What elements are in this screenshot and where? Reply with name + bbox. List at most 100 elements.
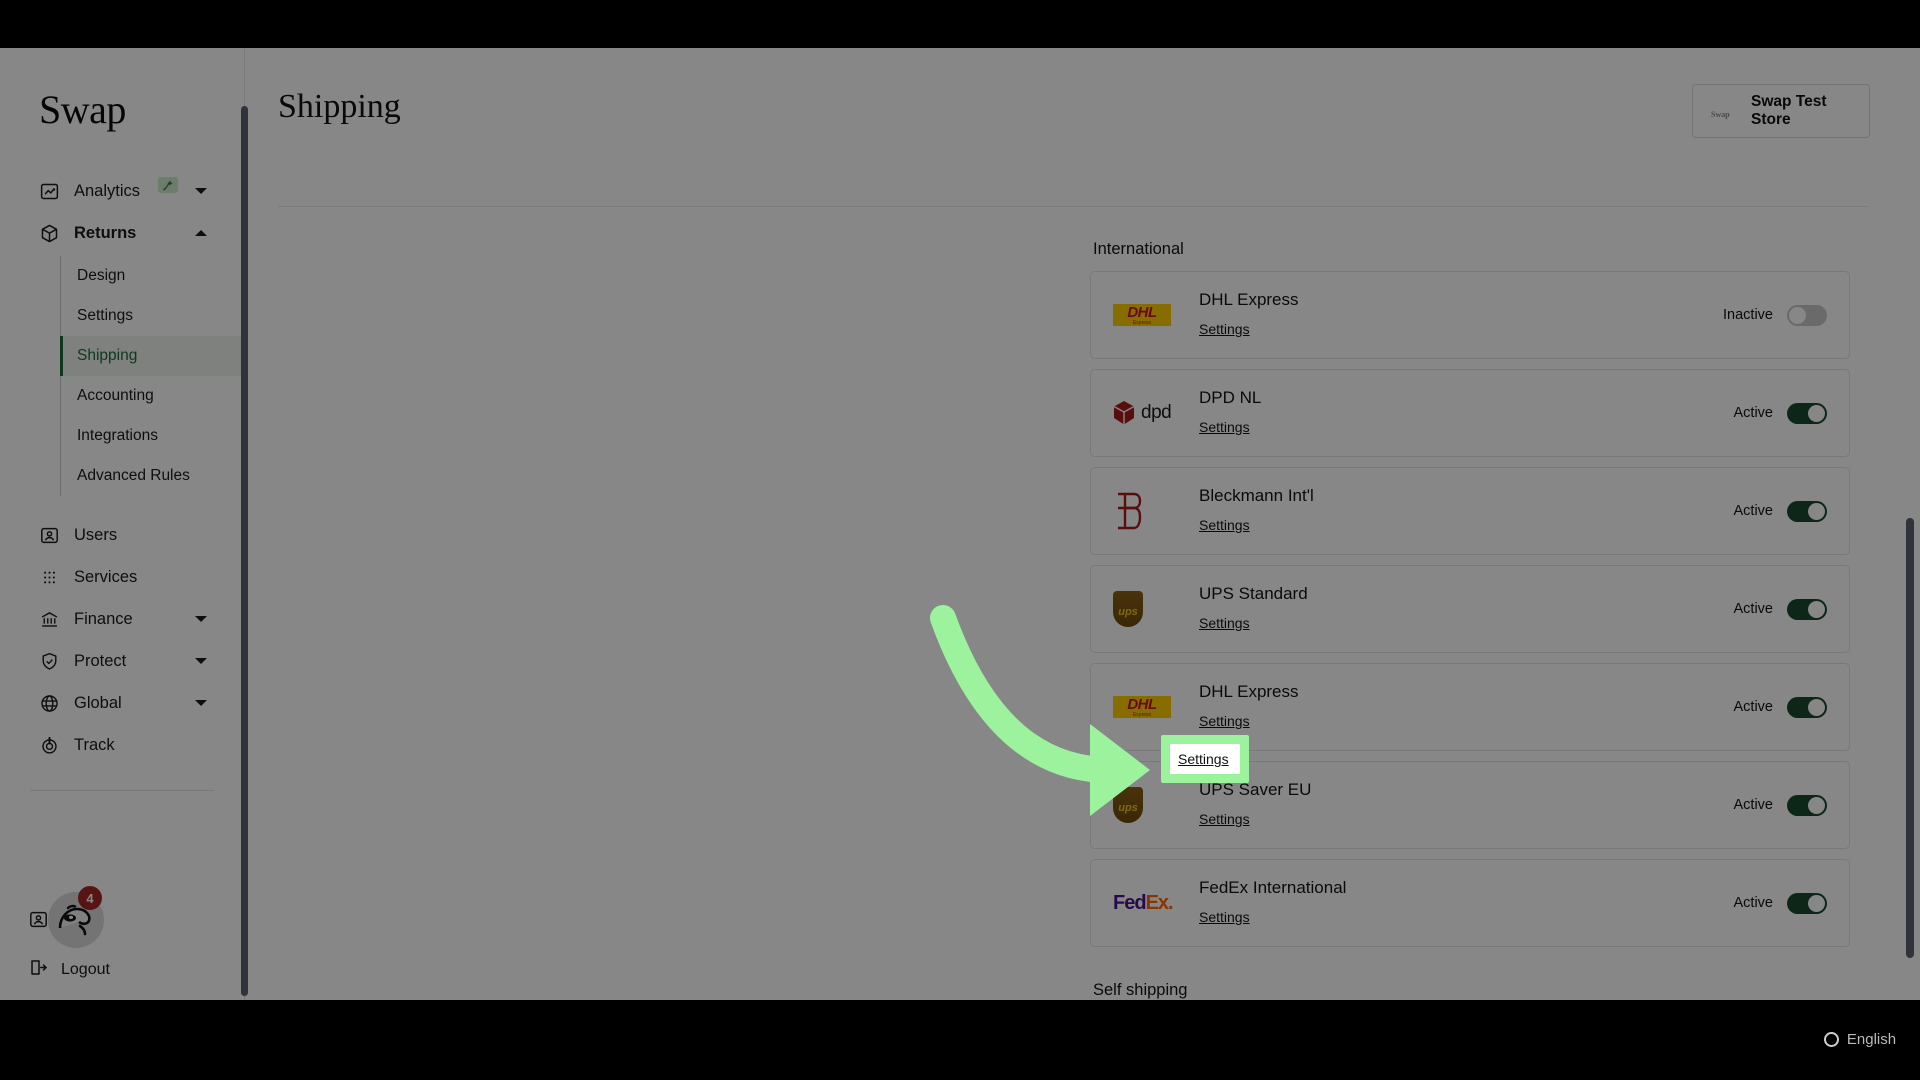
carrier-row[interactable]: dpd DPD NL Settings Active [1090, 369, 1850, 457]
content-scrollbar-right[interactable] [1906, 518, 1914, 958]
sidebar-subitem-settings[interactable]: Settings [61, 296, 244, 336]
carrier-row[interactable]: ups UPS Saver EU Settings Active [1090, 761, 1850, 849]
dhl-logo: DHL Express [1113, 696, 1199, 718]
package-box-icon [39, 223, 60, 244]
sidebar-item-label: Returns [74, 223, 137, 242]
shield-check-icon [39, 651, 60, 672]
ups-logo: ups [1113, 787, 1199, 823]
section-title-self-shipping: Self shipping [1093, 981, 1188, 999]
carrier-row[interactable]: Bleckmann Int'l Settings Active [1090, 467, 1850, 555]
carrier-row[interactable]: ups UPS Standard Settings Active [1090, 565, 1850, 653]
settings-link-target[interactable]: Settings [1199, 713, 1250, 729]
carrier-toggle[interactable] [1787, 892, 1827, 914]
user-card-icon [28, 909, 49, 935]
section-title-international: International [1093, 240, 1184, 258]
scroll-content: Settings International DHLExpress DHL Ex… [245, 206, 1920, 1000]
user-card-icon [39, 525, 60, 546]
status-badge: Active [1733, 699, 1774, 715]
sidebar-item-returns[interactable]: Returns [0, 212, 244, 254]
carrier-toggle[interactable] [1787, 794, 1827, 816]
store-logo-icon: Swap [1711, 106, 1741, 119]
carriers-panel: Settings International DHLExpress DHL Ex… [1090, 206, 1850, 1000]
sidebar-subitem-integrations[interactable]: Integrations [61, 416, 244, 456]
settings-link[interactable]: Settings [1199, 517, 1250, 533]
carrier-info: DHL Express Settings [1199, 290, 1723, 339]
carrier-info: FedEx International Settings [1199, 878, 1734, 927]
store-selector-label: Swap Test Store [1751, 93, 1827, 128]
application-window: Swap Analytics Returns Design Settings S… [0, 48, 1920, 1000]
sidebar-divider [30, 790, 214, 791]
status-badge: Active [1733, 405, 1774, 421]
carrier-row[interactable]: FedEx. FedEx International Settings Acti… [1090, 859, 1850, 947]
chevron-down-icon[interactable] [195, 658, 207, 664]
user-profile-row[interactable]: 4 [0, 886, 245, 950]
carrier-info: Bleckmann Int'l Settings [1199, 486, 1734, 535]
settings-link[interactable]: Settings [1199, 909, 1250, 925]
sidebar-item-track[interactable]: Track [0, 724, 244, 766]
carrier-name: Bleckmann Int'l [1199, 486, 1314, 506]
sidebar-item-label: Finance [74, 609, 133, 628]
sidebar-item-protect[interactable]: Protect [0, 640, 244, 682]
language-widget[interactable]: English [1800, 1020, 1920, 1058]
carrier-row[interactable]: DHL Express DHL Express Settings Inactive [1090, 271, 1850, 359]
recording-circle-icon [1823, 1031, 1839, 1047]
sidebar-item-label: Analytics [74, 181, 141, 200]
chevron-down-icon[interactable] [195, 616, 207, 622]
carrier-state: Active [1734, 892, 1827, 914]
power-track-icon [39, 735, 60, 756]
carrier-toggle[interactable] [1787, 500, 1827, 522]
status-badge: Active [1733, 601, 1774, 617]
sidebar-item-label: Services [74, 567, 138, 586]
sidebar-item-finance[interactable]: Finance [0, 598, 244, 640]
carrier-name: UPS Standard [1199, 584, 1308, 604]
content-scrollbar-left[interactable] [241, 106, 248, 996]
sidebar-item-label: Protect [74, 651, 127, 670]
carrier-info: UPS Saver EU Settings [1199, 780, 1734, 829]
primary-nav: Analytics Returns Design Settings Shippi… [0, 170, 244, 791]
status-badge: Active [1733, 797, 1774, 813]
carrier-toggle[interactable] [1787, 304, 1827, 326]
carrier-name: DHL Express [1199, 290, 1299, 310]
chevron-down-icon[interactable] [195, 700, 207, 706]
settings-link[interactable]: Settings [1199, 321, 1250, 337]
carrier-row-highlighted[interactable]: DHL Express DHL Express Settings Active [1090, 663, 1850, 751]
carrier-toggle[interactable] [1787, 402, 1827, 424]
logout-button[interactable]: Logout [0, 950, 245, 990]
sidebar-subitem-shipping[interactable]: Shipping [60, 336, 244, 376]
bank-icon [39, 609, 60, 630]
carrier-toggle[interactable] [1787, 598, 1827, 620]
carrier-info: DPD NL Settings [1199, 388, 1734, 437]
status-badge: Inactive [1723, 307, 1773, 323]
settings-link[interactable]: Settings [1199, 811, 1250, 827]
notification-badge: 4 [78, 886, 102, 910]
sidebar-subitem-accounting[interactable]: Accounting [61, 376, 244, 416]
globe-icon [39, 693, 60, 714]
settings-link[interactable]: Settings [1199, 615, 1250, 631]
carrier-info: UPS Standard Settings [1199, 584, 1734, 633]
chevron-up-icon[interactable] [195, 230, 207, 236]
returns-submenu: Design Settings Shipping Accounting Inte… [60, 256, 244, 496]
carrier-state: Active [1733, 598, 1827, 620]
status-badge: Active [1733, 503, 1774, 519]
carrier-state: Active [1733, 402, 1827, 424]
sidebar-item-services[interactable]: Services [0, 556, 244, 598]
sidebar-item-users[interactable]: Users [0, 514, 244, 556]
carrier-name: FedEx International [1199, 878, 1347, 898]
sidebar: Swap Analytics Returns Design Settings S… [0, 48, 245, 1000]
sidebar-item-analytics[interactable]: Analytics [0, 170, 244, 212]
logout-label: Logout [61, 961, 110, 978]
analytics-chart-icon [39, 181, 60, 202]
sidebar-item-global[interactable]: Global [0, 682, 244, 724]
main-content: Shipping Swap Swap Test Store Settings [245, 48, 1920, 1000]
sidebar-subitem-advanced-rules[interactable]: Advanced Rules [61, 456, 244, 496]
store-selector-button[interactable]: Swap Swap Test Store [1692, 84, 1870, 138]
carrier-state: Active [1733, 696, 1827, 718]
carrier-toggle[interactable] [1787, 696, 1827, 718]
sidebar-item-label: Track [74, 735, 115, 754]
sidebar-subitem-design[interactable]: Design [61, 256, 244, 296]
settings-link[interactable]: Settings [1199, 419, 1250, 435]
carrier-state: Active [1733, 794, 1827, 816]
carrier-name: UPS Saver EU [1199, 780, 1312, 800]
chevron-down-icon[interactable] [195, 188, 207, 194]
brand-logo[interactable]: Swap [0, 48, 244, 130]
